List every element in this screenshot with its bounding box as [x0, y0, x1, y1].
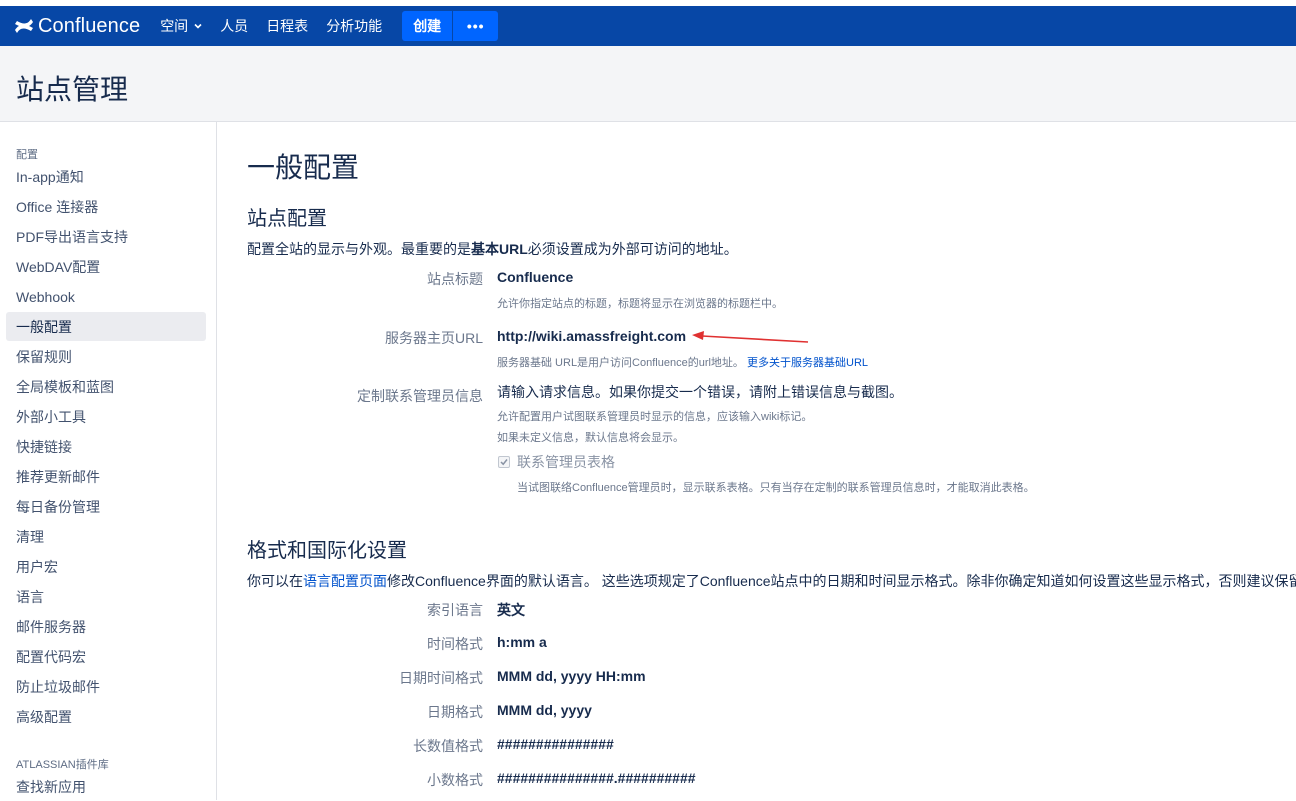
site-title-value: Confluence	[497, 269, 574, 285]
sidebar-item-find-new-apps[interactable]: 查找新应用	[6, 772, 206, 801]
nav-people[interactable]: 人员	[220, 16, 248, 36]
admin-sidebar: 配置 In-app通知 Office 连接器 PDF导出语言支持 WebDAV配置 We…	[0, 122, 217, 800]
main-content: 一般配置 站点配置 配置全站的显示与外观。最重要的是基本URL必须设置成为外部可…	[217, 122, 1296, 800]
sidebar-item[interactable]: 推荐更新邮件	[6, 462, 206, 491]
page-title: 站点管理	[16, 74, 129, 105]
sidebar-heading-plugins: ATLASSIAN插件库	[16, 759, 109, 771]
chevron-down-icon	[194, 23, 202, 29]
sidebar-item[interactable]: 用户宏	[6, 552, 206, 581]
site-title-label: 站点标题	[427, 271, 483, 287]
sidebar-item[interactable]: 全局模板和蓝图	[6, 372, 206, 401]
sidebar-item[interactable]: Webhook	[6, 282, 206, 311]
format-row-label: 索引语言	[427, 602, 483, 618]
sidebar-item[interactable]: 每日备份管理	[6, 492, 206, 521]
format-row-label: 时间格式	[427, 636, 483, 652]
nav-analytics[interactable]: 分析功能	[326, 16, 382, 36]
sidebar-item[interactable]: 高级配置	[6, 702, 206, 731]
sidebar-item[interactable]: 清理	[6, 522, 206, 551]
sidebar-item[interactable]: 邮件服务器	[6, 612, 206, 641]
contact-form-checkbox[interactable]	[498, 456, 510, 468]
contact-admin-value: 请输入请求信息。如果你提交一个错误，请附上错误信息与截图。	[497, 384, 903, 400]
base-url-label: 服务器主页URL	[384, 330, 483, 346]
page-header: 站点管理	[0, 46, 1296, 122]
confluence-logo-icon	[15, 19, 33, 33]
annotation-arrow	[692, 331, 809, 343]
base-url-help: 服务器基础 URL是用户访问Confluence的url地址。 更多关于服务器基…	[497, 357, 869, 369]
sidebar-item[interactable]: 防止垃圾邮件	[6, 672, 206, 701]
contact-admin-help-2: 如果未定义信息，默认信息将会显示。	[497, 432, 684, 444]
i18n-description: 你可以在语言配置页面修改Confluence界面的默认语言。 这些选项规定了Co…	[247, 573, 1296, 589]
section-title-i18n: 格式和国际化设置	[247, 540, 407, 562]
sidebar-item[interactable]: Office 连接器	[6, 192, 206, 221]
format-row-value: ###############	[497, 736, 614, 752]
base-url-value: http://wiki.amassfreight.com	[497, 328, 687, 344]
create-button[interactable]: 创建	[402, 11, 454, 41]
format-row-label: 长数值格式	[413, 738, 483, 754]
contact-form-checkbox-row: 联系管理员表格	[498, 452, 615, 472]
format-row-value: MMM dd, yyyy HH:mm	[497, 668, 646, 684]
sidebar-item[interactable]: 语言	[6, 582, 206, 611]
nav-calendars[interactable]: 日程表	[266, 16, 308, 36]
sidebar-item[interactable]: 快捷链接	[6, 432, 206, 461]
sidebar-item[interactable]: WebDAV配置	[6, 252, 206, 281]
top-nav-bar: Confluence 空间 人员 日程表 分析功能 创建 •••	[0, 6, 1296, 46]
section-title-site-config: 站点配置	[247, 208, 327, 230]
sidebar-heading-config: 配置	[16, 149, 38, 161]
language-config-link[interactable]: 语言配置页面	[303, 573, 387, 589]
contact-admin-help-1: 允许配置用户试图联系管理员时显示的信息，应该输入wiki标记。	[497, 411, 813, 423]
main-title: 一般配置	[247, 152, 360, 183]
format-row-value: 英文	[497, 602, 525, 618]
confluence-logo[interactable]: Confluence	[14, 6, 140, 46]
more-create-button[interactable]: •••	[453, 11, 499, 41]
sidebar-item[interactable]: 配置代码宏	[6, 642, 206, 671]
format-row-label: 日期时间格式	[399, 670, 483, 686]
sidebar-item[interactable]: 一般配置	[6, 312, 206, 341]
sidebar-item[interactable]: PDF导出语言支持	[6, 222, 206, 251]
site-config-description: 配置全站的显示与外观。最重要的是基本URL必须设置成为外部可访问的地址。	[247, 241, 738, 257]
site-title-help: 允许你指定站点的标题，标题将显示在浏览器的标题栏中。	[497, 298, 783, 310]
logo-text: Confluence	[38, 14, 141, 37]
contact-admin-label: 定制联系管理员信息	[357, 388, 483, 404]
nav-spaces-label: 空间	[160, 18, 189, 34]
checkmark-icon	[500, 459, 508, 466]
format-row-value: MMM dd, yyyy	[497, 702, 592, 718]
format-row-value: h:mm a	[497, 634, 547, 650]
contact-form-help: 当试图联络Confluence管理员时，显示联系表格。只有当存在定制的联系管理员…	[517, 482, 1035, 494]
sidebar-item[interactable]: 外部小工具	[6, 402, 206, 431]
sidebar-item[interactable]: In-app通知	[6, 162, 206, 191]
format-row-label: 小数格式	[427, 772, 483, 788]
contact-form-label: 联系管理员表格	[517, 454, 615, 470]
nav-spaces[interactable]: 空间	[160, 16, 202, 36]
sidebar-item[interactable]: 保留规则	[6, 342, 206, 371]
base-url-more-link[interactable]: 更多关于服务器基础URL	[747, 357, 868, 369]
format-row-value: ###############.##########	[497, 770, 696, 786]
format-row-label: 日期格式	[427, 704, 483, 720]
